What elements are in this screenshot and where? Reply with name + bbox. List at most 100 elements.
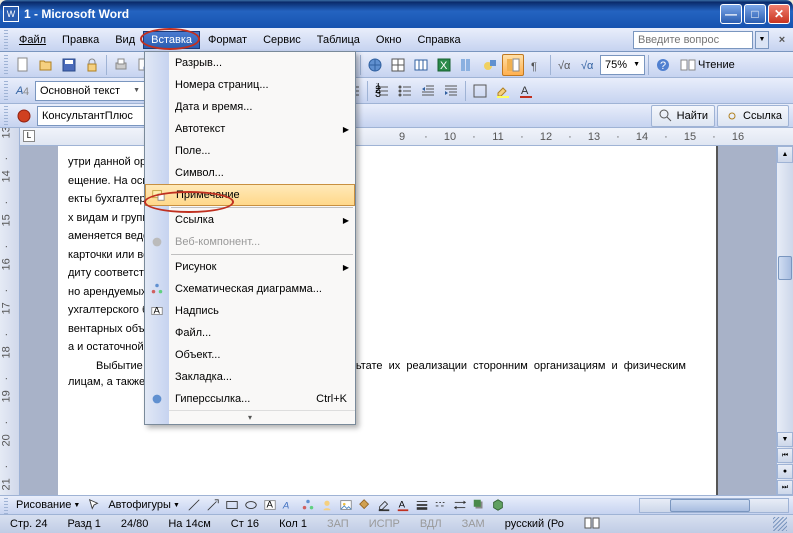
menu-item-symbol[interactable]: Символ...: [145, 162, 355, 184]
menu-table[interactable]: Таблица: [309, 31, 368, 49]
toolbar-grip[interactable]: [4, 495, 8, 515]
zoom-combo[interactable]: 75%▼: [600, 55, 645, 75]
status-book-icon[interactable]: [580, 517, 604, 532]
maximize-button[interactable]: □: [744, 4, 766, 24]
wordart-button[interactable]: A: [280, 497, 298, 513]
menu-item-break[interactable]: Разрыв...: [145, 52, 355, 74]
permissions-button[interactable]: [81, 54, 103, 76]
textbox-button[interactable]: A: [261, 497, 279, 513]
help-search-input[interactable]: [633, 31, 753, 49]
close-button[interactable]: ✕: [768, 4, 790, 24]
menu-item-page-numbers[interactable]: Номера страниц...: [145, 74, 355, 96]
decrease-indent-button[interactable]: [417, 80, 439, 102]
print-button[interactable]: [110, 54, 132, 76]
show-hide-button[interactable]: ¶: [525, 54, 547, 76]
menu-item-reference[interactable]: Ссылка▶: [145, 209, 355, 231]
menu-item-datetime[interactable]: Дата и время...: [145, 96, 355, 118]
toolbar-grip[interactable]: [4, 106, 8, 126]
scroll-down-icon[interactable]: ▼: [777, 432, 793, 447]
new-doc-button[interactable]: [12, 54, 34, 76]
arrow-button[interactable]: [204, 497, 222, 513]
bullets-button[interactable]: [394, 80, 416, 102]
menu-item-hyperlink[interactable]: Гиперссылка...Ctrl+K: [145, 388, 355, 410]
menu-edit[interactable]: Правка: [54, 31, 107, 49]
toolbar-grip[interactable]: [4, 30, 8, 50]
open-button[interactable]: [35, 54, 57, 76]
line-color-button[interactable]: [375, 497, 393, 513]
select-objects-button[interactable]: [85, 497, 103, 513]
borders-button[interactable]: [469, 80, 491, 102]
styles-pane-button[interactable]: A4: [12, 80, 34, 102]
menu-item-object[interactable]: Объект...: [145, 344, 355, 366]
next-page-icon[interactable]: ⏭: [777, 480, 793, 495]
shadow-button[interactable]: [470, 497, 488, 513]
menu-format[interactable]: Формат: [200, 31, 255, 49]
menu-help[interactable]: Справка: [409, 31, 468, 49]
diagram-button[interactable]: [299, 497, 317, 513]
font-color-button[interactable]: A: [394, 497, 412, 513]
browse-object-icon[interactable]: ●: [777, 464, 793, 479]
document-map-button[interactable]: [502, 54, 524, 76]
arrow-style-button[interactable]: [451, 497, 469, 513]
link-button[interactable]: Ссылка: [717, 105, 789, 127]
oval-button[interactable]: [242, 497, 260, 513]
menu-item-field[interactable]: Поле...: [145, 140, 355, 162]
menu-view[interactable]: Вид: [107, 31, 143, 49]
menu-insert[interactable]: Вставка: [143, 31, 200, 49]
fill-color-button[interactable]: [356, 497, 374, 513]
help-button[interactable]: ?: [652, 54, 674, 76]
insert-table-button[interactable]: [410, 54, 432, 76]
line-style-button[interactable]: [413, 497, 431, 513]
tables-borders-button[interactable]: [387, 54, 409, 76]
status-ovr[interactable]: ЗАМ: [458, 518, 489, 530]
highlight-button[interactable]: [492, 80, 514, 102]
status-trk[interactable]: ИСПР: [365, 518, 404, 530]
resize-grip[interactable]: [773, 517, 787, 531]
reading-layout-button[interactable]: Чтение: [675, 54, 740, 76]
menu-window[interactable]: Окно: [368, 31, 410, 49]
dash-style-button[interactable]: [432, 497, 450, 513]
save-button[interactable]: [58, 54, 80, 76]
menu-item-textbox[interactable]: AНадпись: [145, 300, 355, 322]
menu-item-autotext[interactable]: Автотекст▶: [145, 118, 355, 140]
menu-item-diagram[interactable]: Схематическая диаграмма...: [145, 278, 355, 300]
scroll-up-icon[interactable]: ▲: [777, 146, 793, 163]
status-rec[interactable]: ЗАП: [323, 518, 353, 530]
font-color-button[interactable]: A: [515, 80, 537, 102]
consultant-icon[interactable]: [13, 105, 35, 127]
increase-indent-button[interactable]: [440, 80, 462, 102]
status-ext[interactable]: ВДЛ: [416, 518, 446, 530]
menu-expand-icon[interactable]: ▾: [145, 410, 355, 424]
minimize-button[interactable]: —: [720, 4, 742, 24]
menu-item-file[interactable]: Файл...: [145, 322, 355, 344]
vertical-scrollbar[interactable]: ▲ ▼ ⏮ ● ⏭: [776, 146, 793, 495]
rectangle-button[interactable]: [223, 497, 241, 513]
autoshapes-menu[interactable]: Автофигуры ▼: [104, 499, 184, 511]
clipart-button[interactable]: [318, 497, 336, 513]
numbering-button[interactable]: 123: [371, 80, 393, 102]
toolbar-grip[interactable]: [4, 81, 8, 101]
equation-button[interactable]: √α: [554, 54, 576, 76]
menu-item-comment[interactable]: Примечание: [145, 184, 355, 206]
help-close-icon[interactable]: ×: [775, 33, 789, 47]
style-combo[interactable]: Основной текст▼: [35, 81, 145, 101]
excel-button[interactable]: X: [433, 54, 455, 76]
line-button[interactable]: [185, 497, 203, 513]
ruler-corner[interactable]: L: [23, 130, 35, 142]
3d-button[interactable]: [489, 497, 507, 513]
prev-page-icon[interactable]: ⏮: [777, 448, 793, 463]
toolbar-grip[interactable]: [4, 55, 8, 75]
equation2-button[interactable]: √α: [577, 54, 599, 76]
columns-button[interactable]: [456, 54, 478, 76]
menu-item-picture[interactable]: Рисунок▶: [145, 256, 355, 278]
find-button[interactable]: Найти: [651, 105, 715, 127]
vertical-ruler[interactable]: 13·14·15·16·17·18·19·20·21·22·23·: [0, 128, 20, 495]
help-dropdown-icon[interactable]: ▼: [755, 31, 769, 49]
horizontal-ruler[interactable]: L 9·10·11·12·13·14·15·16: [20, 128, 793, 146]
status-language[interactable]: русский (Ро: [501, 518, 568, 530]
drawing-button[interactable]: [479, 54, 501, 76]
hscroll-thumb[interactable]: [670, 499, 750, 512]
menu-file[interactable]: Файл: [11, 31, 54, 49]
menu-item-bookmark[interactable]: Закладка...: [145, 366, 355, 388]
hyperlink-button[interactable]: [364, 54, 386, 76]
